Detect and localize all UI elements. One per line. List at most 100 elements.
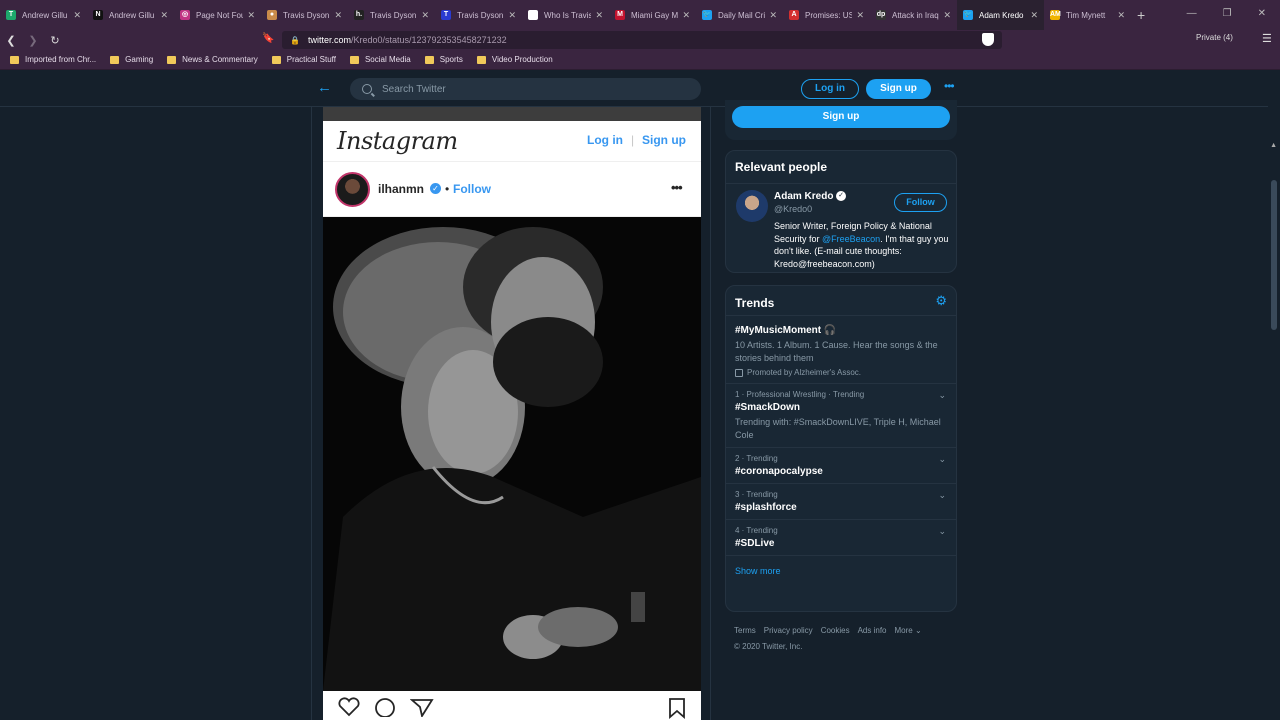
- lock-icon: 🔒: [290, 35, 300, 45]
- forward-icon[interactable]: ❯: [22, 34, 44, 47]
- trend-name[interactable]: #SDLive: [735, 538, 947, 549]
- tab-close-icon[interactable]: ✕: [160, 10, 168, 21]
- tab-close-icon[interactable]: ✕: [1117, 10, 1125, 21]
- tab-close-icon[interactable]: ✕: [856, 10, 864, 21]
- footer-link[interactable]: Ads info: [858, 626, 887, 635]
- bookmark-item[interactable]: Social Media: [349, 55, 411, 64]
- tab-title: Promises: US: [805, 10, 853, 20]
- trend-item[interactable]: 3 · Trending #splashforce ⌄: [726, 484, 956, 520]
- instagram-login-link[interactable]: Log in: [587, 133, 623, 147]
- browser-tab[interactable]: T Andrew Gillu ✕: [0, 0, 87, 30]
- instagram-username[interactable]: ilhanmn: [378, 182, 424, 196]
- new-tab-button[interactable]: +: [1137, 7, 1145, 23]
- twitter-header: ← Search Twitter Log in Sign up •••: [0, 70, 1280, 107]
- back-arrow-icon[interactable]: ←: [317, 79, 332, 96]
- chevron-down-icon[interactable]: ⌄: [938, 454, 946, 465]
- bookmark-item[interactable]: Imported from Chr...: [10, 55, 96, 64]
- bookmark-icon[interactable]: 🔖: [262, 33, 274, 44]
- avatar[interactable]: [736, 190, 768, 222]
- tab-close-icon[interactable]: ✕: [943, 10, 951, 21]
- more-options-icon[interactable]: •••: [671, 180, 683, 195]
- bookmark-item[interactable]: Sports: [424, 55, 463, 64]
- person-name[interactable]: Adam Kredo: [774, 191, 833, 202]
- more-options-icon[interactable]: •••: [944, 79, 955, 93]
- show-more-link[interactable]: Show more: [726, 556, 956, 586]
- minimize-icon[interactable]: —: [1187, 8, 1197, 19]
- folder-icon: [110, 55, 120, 64]
- avatar[interactable]: [335, 172, 370, 207]
- instagram-embed[interactable]: Instagram Log in | Sign up ilhanmn ✓ • F…: [323, 121, 701, 720]
- browser-tab[interactable]: P Who Is Travis ✕: [522, 0, 609, 30]
- bookmark-item[interactable]: Practical Stuff: [271, 55, 336, 64]
- bookmark-item[interactable]: News & Commentary: [167, 55, 258, 64]
- browser-tab[interactable]: ◎ Page Not Fou ✕: [174, 0, 261, 30]
- search-input[interactable]: Search Twitter: [350, 78, 701, 100]
- share-icon[interactable]: [410, 697, 434, 717]
- browser-tab[interactable]: ● Travis Dyson ✕: [261, 0, 348, 30]
- bookmark-item[interactable]: Video Production: [476, 55, 553, 64]
- comment-icon[interactable]: [373, 697, 397, 717]
- scroll-up-icon[interactable]: ▲: [1270, 142, 1277, 149]
- close-window-icon[interactable]: ✕: [1258, 8, 1266, 19]
- tab-close-icon[interactable]: ✕: [508, 10, 516, 21]
- menu-icon[interactable]: ☰: [1262, 32, 1272, 45]
- trend-item[interactable]: 2 · Trending #coronapocalypse ⌄: [726, 448, 956, 484]
- scroll-thumb[interactable]: [1271, 180, 1277, 330]
- browser-tab[interactable]: N Andrew Gillu ✕: [87, 0, 174, 30]
- bookmark-item[interactable]: Gaming: [110, 55, 153, 64]
- like-icon[interactable]: [337, 697, 361, 717]
- tab-close-icon[interactable]: ✕: [421, 10, 429, 21]
- instagram-follow-link[interactable]: Follow: [453, 182, 491, 196]
- browser-tab[interactable]: AM Tim Mynett ✕: [1044, 0, 1131, 30]
- instagram-signup-link[interactable]: Sign up: [642, 133, 686, 147]
- browser-tab[interactable]: T Travis Dyson ✕: [435, 0, 522, 30]
- brave-shield-icon[interactable]: [982, 33, 994, 46]
- restore-icon[interactable]: ❐: [1223, 8, 1232, 19]
- folder-icon: [167, 55, 177, 64]
- footer-link[interactable]: Privacy policy: [764, 626, 813, 635]
- address-bar[interactable]: 🔒 twitter.com/Kredo0/status/123792353545…: [282, 31, 1002, 49]
- sidebar-signup-button[interactable]: Sign up: [732, 106, 950, 128]
- trend-name[interactable]: #MyMusicMoment 🎧: [735, 325, 947, 336]
- back-icon[interactable]: ❮: [0, 34, 22, 47]
- browser-tab[interactable]: dp Attack in Iraq ✕: [870, 0, 957, 30]
- signup-button[interactable]: Sign up: [866, 79, 931, 99]
- scrollbar[interactable]: ▲: [1268, 70, 1280, 720]
- reload-icon[interactable]: ↻: [44, 34, 66, 47]
- trend-name[interactable]: #SmackDown: [735, 402, 947, 413]
- browser-tab[interactable]: M Miami Gay M ✕: [609, 0, 696, 30]
- tab-close-icon[interactable]: ✕: [73, 10, 81, 21]
- chevron-down-icon[interactable]: ⌄: [938, 526, 946, 537]
- relevant-person[interactable]: Adam Kredo ✓ @Kredo0 Follow Senior Write…: [726, 184, 956, 272]
- chevron-down-icon[interactable]: ⌄: [938, 390, 946, 401]
- trend-item[interactable]: #MyMusicMoment 🎧 10 Artists. 1 Album. 1 C…: [726, 316, 956, 384]
- trend-item[interactable]: 1 · Professional Wrestling · Trending #Sm…: [726, 384, 956, 448]
- footer-link[interactable]: More ⌄: [895, 626, 922, 635]
- tweet-timeline: Instagram Log in | Sign up ilhanmn ✓ • F…: [311, 107, 711, 720]
- trend-name[interactable]: #coronapocalypse: [735, 466, 947, 477]
- tab-close-icon[interactable]: ✕: [1030, 10, 1038, 21]
- save-icon[interactable]: [665, 697, 689, 719]
- bio-mention-link[interactable]: @FreeBeacon: [822, 234, 880, 244]
- trend-item[interactable]: 4 · Trending #SDLive ⌄: [726, 520, 956, 556]
- tab-close-icon[interactable]: ✕: [682, 10, 690, 21]
- browser-tab[interactable]: 🐦 Adam Kredo ✕: [957, 0, 1044, 30]
- trend-name[interactable]: #splashforce: [735, 502, 947, 513]
- tab-close-icon[interactable]: ✕: [595, 10, 603, 21]
- login-button[interactable]: Log in: [801, 79, 859, 99]
- footer-link[interactable]: Cookies: [821, 626, 850, 635]
- tab-close-icon[interactable]: ✕: [334, 10, 342, 21]
- browser-tab[interactable]: 🐦 Daily Mail Cri ✕: [696, 0, 783, 30]
- tab-close-icon[interactable]: ✕: [247, 10, 255, 21]
- copyright: © 2020 Twitter, Inc.: [734, 642, 803, 651]
- browser-tab[interactable]: h. Travis Dyson ✕: [348, 0, 435, 30]
- chevron-down-icon[interactable]: ⌄: [938, 490, 946, 501]
- follow-button[interactable]: Follow: [894, 193, 947, 212]
- browser-tab[interactable]: A Promises: US ✕: [783, 0, 870, 30]
- gear-icon[interactable]: ⚙: [935, 293, 947, 309]
- instagram-logo[interactable]: Instagram: [337, 127, 458, 155]
- tab-close-icon[interactable]: ✕: [769, 10, 777, 21]
- instagram-photo[interactable]: [323, 217, 701, 691]
- footer-link[interactable]: Terms: [734, 626, 756, 635]
- tab-title: Tim Mynett: [1066, 10, 1106, 20]
